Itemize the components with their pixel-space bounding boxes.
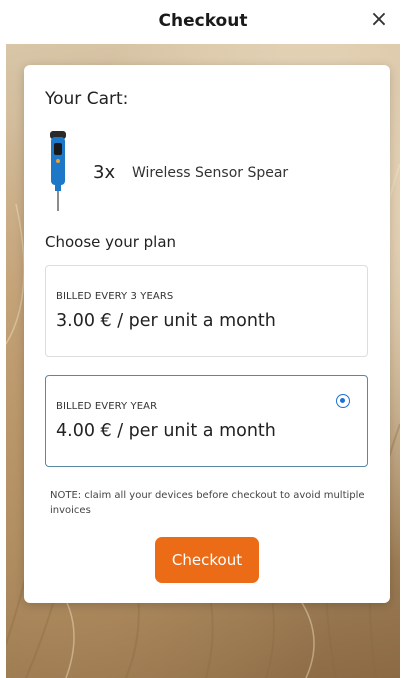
plan-billing-label: BILLED EVERY YEAR	[56, 401, 158, 412]
plan-option-yearly[interactable]: BILLED EVERY YEAR 4.00 € / per unit a mo…	[45, 375, 368, 467]
item-quantity: 3x	[93, 162, 116, 183]
sensor-spear-icon	[50, 131, 66, 211]
cart-heading: Your Cart:	[45, 89, 129, 109]
top-bar: Checkout ×	[0, 0, 406, 44]
page-title: Checkout	[158, 11, 248, 31]
plan-option-3-years[interactable]: BILLED EVERY 3 YEARS 3.00 € / per unit a…	[45, 265, 368, 357]
item-name: Wireless Sensor Spear	[132, 165, 289, 181]
checkout-card: Your Cart: 3x Wireless Sensor Spear Choo…	[24, 65, 390, 603]
plan-price: 3.00 € / per unit a month	[56, 311, 276, 331]
close-icon[interactable]: ×	[368, 9, 390, 31]
plan-billing-label: BILLED EVERY 3 YEARS	[56, 291, 174, 302]
radio-selected-icon[interactable]	[336, 394, 350, 408]
checkout-button[interactable]: Checkout	[155, 537, 259, 583]
checkout-note: NOTE: claim all your devices before chec…	[50, 490, 365, 516]
plan-price: 4.00 € / per unit a month	[56, 421, 276, 441]
plan-heading: Choose your plan	[45, 233, 177, 251]
